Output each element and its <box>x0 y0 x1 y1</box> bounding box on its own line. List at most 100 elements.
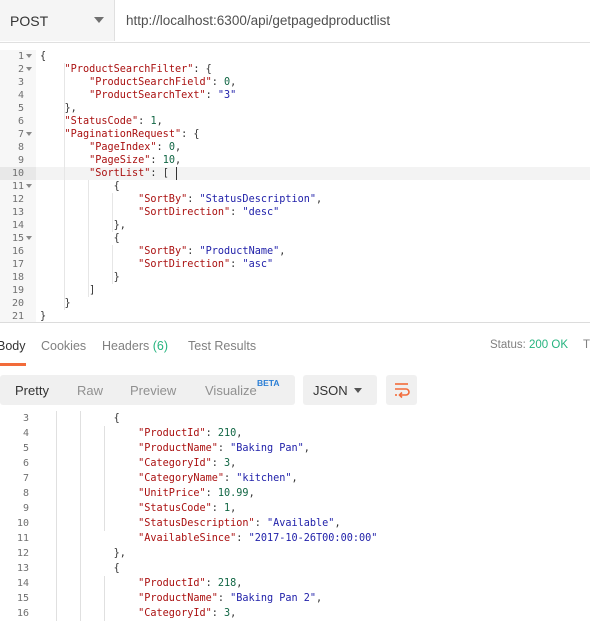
editor-line[interactable]: 6 "StatusCode": 1, <box>0 115 590 128</box>
response-line: 11 "AvailableSince": "2017-10-26T00:00:0… <box>0 531 590 546</box>
line-number: 20 <box>11 298 24 309</box>
editor-line[interactable]: 9 "PageSize": 10, <box>0 154 590 167</box>
line-gutter: 17 <box>0 258 36 271</box>
line-number: 12 <box>16 548 29 559</box>
line-number: 13 <box>16 563 29 574</box>
view-pretty-button[interactable]: Pretty <box>15 383 49 398</box>
line-gutter: 15 <box>0 232 36 245</box>
response-line: 3 { <box>0 411 590 426</box>
json-number: 1 <box>150 116 157 127</box>
view-visualize-button[interactable]: Visualize <box>205 383 257 398</box>
json-number: 10 <box>162 155 175 166</box>
response-line: 4 "ProductId": 210, <box>0 426 590 441</box>
response-line: 5 "ProductName": "Baking Pan", <box>0 441 590 456</box>
json-string: "asc" <box>242 259 274 270</box>
url-input[interactable]: http://localhost:6300/api/getpagedproduc… <box>116 0 590 41</box>
json-key: "StatusCode" <box>64 116 139 127</box>
json-number: 3 <box>224 608 231 619</box>
json-number: 0 <box>168 142 175 153</box>
tab-test-results[interactable]: Test Results <box>188 339 256 353</box>
tab-body[interactable]: Body <box>0 339 26 353</box>
line-number: 4 <box>22 428 29 439</box>
view-raw-button[interactable]: Raw <box>77 383 103 398</box>
line-gutter: 11 <box>0 180 36 193</box>
json-key: "SortList" <box>89 168 151 179</box>
tab-headers[interactable]: Headers (6) <box>102 339 168 353</box>
line-gutter: 9 <box>0 154 36 167</box>
code-text: "StatusCode": 1, <box>64 116 163 127</box>
json-key: "ProductName" <box>138 593 218 604</box>
fold-arrow-icon[interactable] <box>26 184 32 188</box>
json-number: 10.99 <box>217 488 249 499</box>
code-text: { <box>40 233 120 244</box>
response-line: 15 "ProductName": "Baking Pan 2", <box>0 591 590 606</box>
line-number: 15 <box>11 233 24 244</box>
indent-guide <box>64 63 65 310</box>
editor-line[interactable]: 5 }, <box>0 102 590 115</box>
json-number: 0 <box>224 77 231 88</box>
response-line: 16 "CategoryId": 3, <box>0 606 590 621</box>
line-gutter: 1 <box>0 50 36 63</box>
line-gutter: 19 <box>0 284 36 297</box>
line-gutter: 14 <box>0 219 36 232</box>
fold-arrow-icon[interactable] <box>26 132 32 136</box>
beta-badge: BETA <box>257 378 280 388</box>
json-string: "Baking Pan 2" <box>230 593 317 604</box>
response-tabs: Body Cookies Headers (6) Test Results St… <box>0 322 590 367</box>
fold-arrow-icon[interactable] <box>26 236 32 240</box>
line-number: 16 <box>16 608 29 619</box>
method-select[interactable]: POST <box>0 0 115 41</box>
response-body-viewer[interactable]: 3 {4 "ProductId": 210, 5 "ProductName": "… <box>0 410 590 622</box>
response-line: 14 "ProductId": 218, <box>0 576 590 591</box>
tab-cookies[interactable]: Cookies <box>41 339 86 353</box>
json-string: "Available" <box>266 518 335 529</box>
json-key: "CategoryName" <box>138 473 225 484</box>
line-number: 3 <box>22 413 29 424</box>
view-preview-button[interactable]: Preview <box>130 383 176 398</box>
json-key: "CategoryId" <box>138 458 212 469</box>
editor-line[interactable]: 7 "PaginationRequest": { <box>0 128 590 141</box>
line-number: 12 <box>11 194 24 205</box>
line-number: 2 <box>17 64 24 75</box>
editor-line[interactable]: 3 "ProductSearchField": 0, <box>0 76 590 89</box>
line-number: 19 <box>11 285 24 296</box>
code-text: "PageSize": 10, <box>89 155 182 166</box>
method-label: POST <box>10 12 49 29</box>
chevron-down-icon <box>94 17 104 23</box>
line-number: 16 <box>11 246 24 257</box>
line-gutter: 18 <box>0 271 36 284</box>
json-key: "PageIndex" <box>89 142 157 153</box>
editor-line[interactable]: 4 "ProductSearchText": "3" <box>0 89 590 102</box>
code-text: "ProductId": 210, <box>138 428 243 439</box>
line-gutter: 6 <box>0 115 36 128</box>
chevron-down-icon <box>354 388 362 393</box>
line-number: 8 <box>17 142 24 153</box>
line-number: 7 <box>17 129 24 140</box>
json-key: "ProductName" <box>138 443 218 454</box>
json-key: "ProductId" <box>138 578 206 589</box>
indent-guide <box>104 426 105 531</box>
wrap-lines-button[interactable] <box>386 375 417 405</box>
line-gutter: 5 <box>0 102 36 115</box>
json-string: "ProductName" <box>199 246 280 257</box>
editor-line[interactable]: 1{ <box>0 50 590 63</box>
indent-guide <box>104 576 105 621</box>
format-select[interactable]: JSON <box>303 375 377 405</box>
line-number: 9 <box>17 155 24 166</box>
code-text: "SortBy": "ProductName", <box>138 246 286 257</box>
json-key: "ProductSearchField" <box>89 77 212 88</box>
response-line: 7 "CategoryName": "kitchen", <box>0 471 590 486</box>
line-number: 5 <box>17 103 24 114</box>
json-string: "3" <box>217 90 237 101</box>
fold-arrow-icon[interactable] <box>26 67 32 71</box>
request-body-editor[interactable]: 1{2 "ProductSearchFilter": {3 "ProductSe… <box>0 50 590 323</box>
line-number: 17 <box>11 259 24 270</box>
editor-line[interactable]: 8 "PageIndex": 0, <box>0 141 590 154</box>
code-text: "ProductId": 218, <box>138 578 243 589</box>
code-text: "SortDirection": "asc" <box>138 259 274 270</box>
editor-line[interactable]: 2 "ProductSearchFilter": { <box>0 63 590 76</box>
line-number: 14 <box>16 578 29 589</box>
fold-arrow-icon[interactable] <box>26 54 32 58</box>
editor-line[interactable]: 20 } <box>0 297 590 310</box>
editor-line[interactable]: 10 "SortList": [ <box>0 167 590 180</box>
